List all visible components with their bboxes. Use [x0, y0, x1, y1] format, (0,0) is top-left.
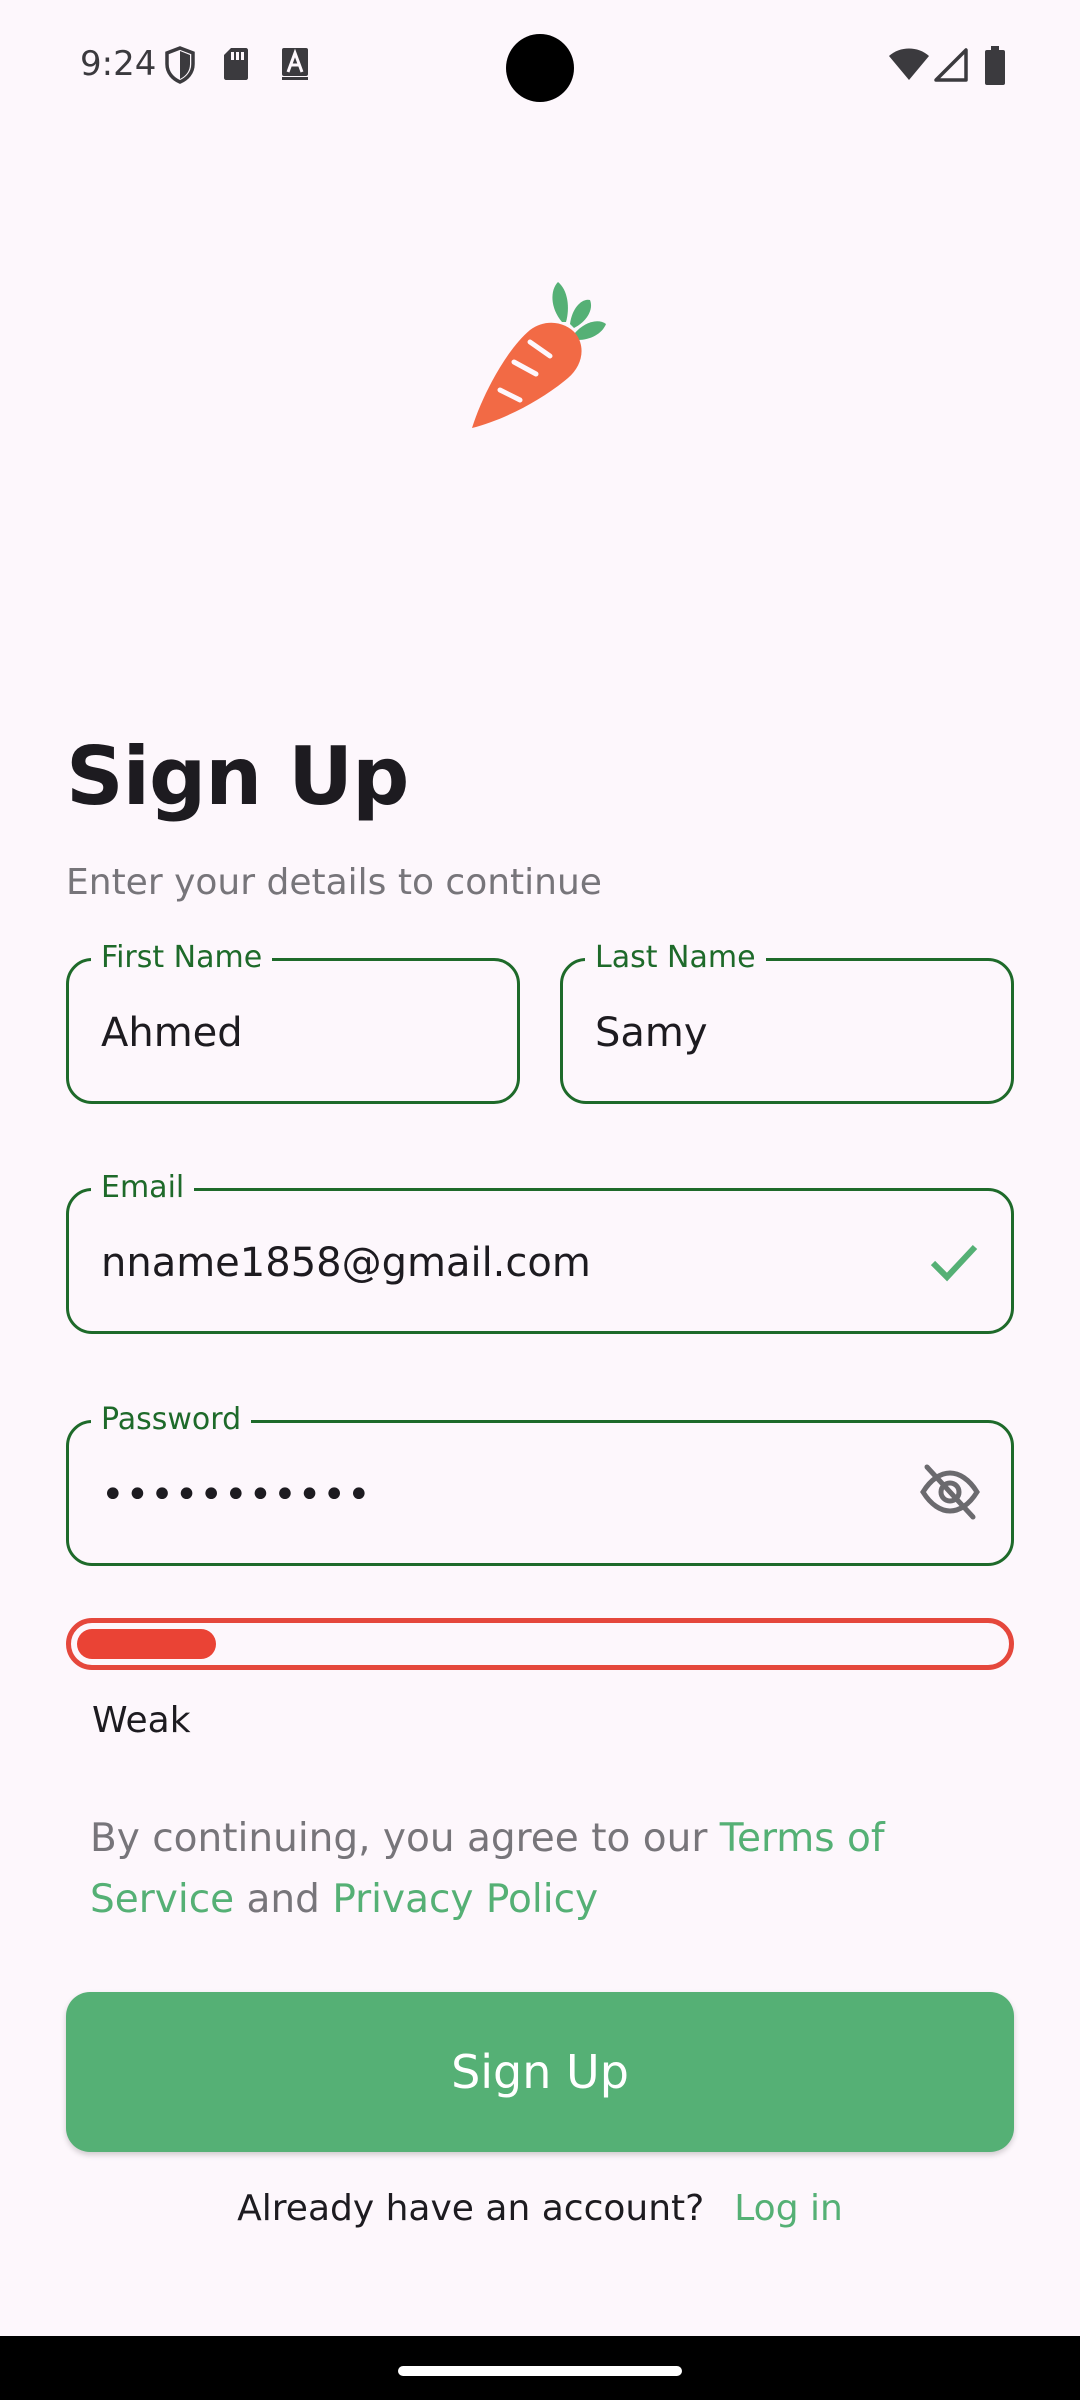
email-field[interactable]: Email nname1858@gmail.com	[66, 1169, 1014, 1334]
login-row: Already have an account? Log in	[0, 2188, 1080, 2229]
first-name-label: First Name	[91, 939, 273, 977]
password-value: •••••••••••	[101, 1472, 372, 1518]
terms-middle: and	[234, 1877, 333, 1922]
home-indicator[interactable]	[398, 2366, 682, 2376]
sign-up-button-label: Sign Up	[451, 2045, 629, 2099]
terms-text: By continuing, you agree to our Terms of…	[90, 1808, 990, 1930]
login-prompt: Already have an account?	[237, 2188, 705, 2229]
carrot-icon	[472, 282, 606, 428]
first-name-field[interactable]: First Name Ahmed	[66, 939, 520, 1104]
sign-up-button[interactable]: Sign Up	[66, 1992, 1014, 2152]
text-a-icon	[282, 48, 308, 80]
email-label: Email	[91, 1169, 195, 1207]
last-name-label: Last Name	[585, 939, 766, 977]
status-bar: 9:24	[0, 0, 1080, 136]
password-field[interactable]: Password •••••••••••	[66, 1401, 1014, 1566]
page-subtitle: Enter your details to continue	[66, 862, 602, 903]
password-strength-bar	[66, 1618, 1014, 1670]
last-name-value: Samy	[595, 1010, 708, 1056]
password-label: Password	[91, 1401, 252, 1439]
shield-icon	[165, 46, 195, 84]
terms-prefix: By continuing, you agree to our	[90, 1816, 720, 1861]
eye-off-icon[interactable]	[919, 1461, 981, 1523]
first-name-value: Ahmed	[101, 1010, 243, 1056]
last-name-field[interactable]: Last Name Samy	[560, 939, 1014, 1104]
camera-cutout	[506, 34, 574, 102]
password-strength-fill	[77, 1629, 216, 1659]
wifi-icon	[889, 48, 929, 80]
sd-card-icon	[224, 48, 248, 80]
battery-icon	[985, 46, 1005, 85]
password-strength-label: Weak	[92, 1700, 191, 1741]
log-in-link[interactable]: Log in	[734, 2188, 843, 2229]
status-time: 9:24	[80, 44, 157, 84]
email-value: nname1858@gmail.com	[101, 1240, 591, 1286]
check-icon	[930, 1244, 978, 1282]
privacy-policy-link[interactable]: Privacy Policy	[332, 1877, 598, 1922]
page-title: Sign Up	[66, 730, 409, 823]
signal-icon	[934, 48, 968, 82]
